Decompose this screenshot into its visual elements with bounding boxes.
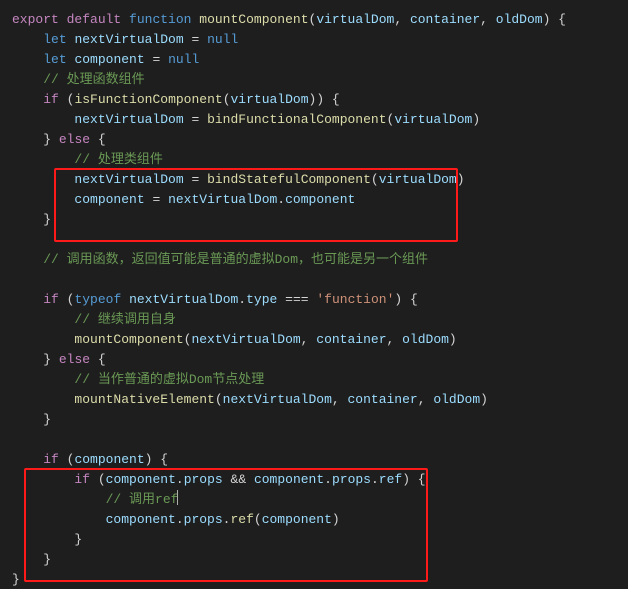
string-function: 'function' bbox=[316, 292, 394, 307]
keyword-function: function bbox=[129, 12, 191, 27]
code-line: nextVirtualDom = bindStatefulComponent(v… bbox=[12, 172, 465, 187]
keyword-null: null bbox=[207, 32, 238, 47]
var-component: component bbox=[106, 512, 176, 527]
arg-component: component bbox=[262, 512, 332, 527]
prop-props: props bbox=[184, 472, 223, 487]
arg-virtualDom: virtualDom bbox=[394, 112, 472, 127]
code-line: // 调用函数，返回值可能是普通的虚拟Dom，也可能是另一个组件 bbox=[12, 252, 428, 267]
prop-props: props bbox=[184, 512, 223, 527]
code-line: // 当作普通的虚拟Dom节点处理 bbox=[12, 372, 264, 387]
arg-oldDom: oldDom bbox=[433, 392, 480, 407]
var-component: component bbox=[74, 192, 144, 207]
code-line: } bbox=[12, 532, 82, 547]
code-line: mountNativeElement(nextVirtualDom, conta… bbox=[12, 392, 488, 407]
var-nextVirtualDom: nextVirtualDom bbox=[74, 112, 183, 127]
comment: // 调用ref bbox=[106, 492, 179, 507]
call-isFunctionComponent: isFunctionComponent bbox=[74, 92, 222, 107]
keyword-else: else bbox=[59, 352, 90, 367]
call-ref: ref bbox=[230, 512, 253, 527]
comment: // 处理函数组件 bbox=[43, 72, 144, 87]
prop-component: component bbox=[285, 192, 355, 207]
arg-virtualDom: virtualDom bbox=[231, 92, 309, 107]
var-nextVirtualDom: nextVirtualDom bbox=[74, 32, 183, 47]
arg-virtualDom: virtualDom bbox=[379, 172, 457, 187]
code-line: // 处理类组件 bbox=[12, 152, 163, 167]
keyword-if: if bbox=[43, 92, 59, 107]
comment: // 当作普通的虚拟Dom节点处理 bbox=[74, 372, 264, 387]
param-virtualDom: virtualDom bbox=[316, 12, 394, 27]
text-caret bbox=[177, 490, 178, 505]
var-nextVirtualDom: nextVirtualDom bbox=[168, 192, 277, 207]
arg-container: container bbox=[316, 332, 386, 347]
var-component: component bbox=[74, 52, 144, 67]
comment: // 继续调用自身 bbox=[74, 312, 175, 327]
var-nextVirtualDom: nextVirtualDom bbox=[129, 292, 238, 307]
var-component: component bbox=[74, 452, 144, 467]
code-line: } bbox=[12, 552, 51, 567]
code-line: let component = null bbox=[12, 52, 199, 67]
operator-eq: === bbox=[285, 292, 308, 307]
var-component: component bbox=[106, 472, 176, 487]
code-line: mountComponent(nextVirtualDom, container… bbox=[12, 332, 457, 347]
code-line: } bbox=[12, 572, 20, 587]
code-line: if (isFunctionComponent(virtualDom)) { bbox=[12, 92, 340, 107]
function-name: mountComponent bbox=[199, 12, 308, 27]
keyword-let: let bbox=[43, 32, 66, 47]
keyword-null: null bbox=[168, 52, 199, 67]
prop-type: type bbox=[246, 292, 277, 307]
call-mountNativeElement: mountNativeElement bbox=[74, 392, 214, 407]
keyword-if: if bbox=[43, 452, 59, 467]
code-line: if (component) { bbox=[12, 452, 168, 467]
arg-nextVirtualDom: nextVirtualDom bbox=[191, 332, 300, 347]
code-line: if (typeof nextVirtualDom.type === 'func… bbox=[12, 292, 418, 307]
keyword-default: default bbox=[67, 12, 122, 27]
code-line: nextVirtualDom = bindFunctionalComponent… bbox=[12, 112, 480, 127]
param-oldDom: oldDom bbox=[496, 12, 543, 27]
operator-and: && bbox=[231, 472, 247, 487]
call-bindStatefulComponent: bindStatefulComponent bbox=[207, 172, 371, 187]
code-line: // 处理函数组件 bbox=[12, 72, 145, 87]
prop-ref: ref bbox=[379, 472, 402, 487]
call-mountComponent: mountComponent bbox=[74, 332, 183, 347]
code-line: let nextVirtualDom = null bbox=[12, 32, 238, 47]
keyword-else: else bbox=[59, 132, 90, 147]
param-container: container bbox=[410, 12, 480, 27]
prop-props: props bbox=[332, 472, 371, 487]
keyword-export: export bbox=[12, 12, 59, 27]
arg-nextVirtualDom: nextVirtualDom bbox=[223, 392, 332, 407]
code-line: } else { bbox=[12, 132, 106, 147]
code-line: // 调用ref bbox=[12, 492, 178, 507]
keyword-if: if bbox=[74, 472, 90, 487]
code-line: } else { bbox=[12, 352, 106, 367]
code-line: export default function mountComponent(v… bbox=[12, 12, 566, 27]
var-component: component bbox=[254, 472, 324, 487]
code-line: if (component.props && component.props.r… bbox=[12, 472, 426, 487]
code-line: component = nextVirtualDom.component bbox=[12, 192, 355, 207]
keyword-let: let bbox=[43, 52, 66, 67]
code-line: } bbox=[12, 412, 51, 427]
code-editor: export default function mountComponent(v… bbox=[0, 0, 628, 589]
keyword-typeof: typeof bbox=[74, 292, 121, 307]
comment: // 调用函数，返回值可能是普通的虚拟Dom，也可能是另一个组件 bbox=[43, 252, 428, 267]
code-line: component.props.ref(component) bbox=[12, 512, 340, 527]
arg-container: container bbox=[348, 392, 418, 407]
code-line: // 继续调用自身 bbox=[12, 312, 176, 327]
var-nextVirtualDom: nextVirtualDom bbox=[74, 172, 183, 187]
arg-oldDom: oldDom bbox=[402, 332, 449, 347]
code-line: } bbox=[12, 212, 51, 227]
comment: // 处理类组件 bbox=[74, 152, 162, 167]
keyword-if: if bbox=[43, 292, 59, 307]
call-bindFunctionalComponent: bindFunctionalComponent bbox=[207, 112, 386, 127]
